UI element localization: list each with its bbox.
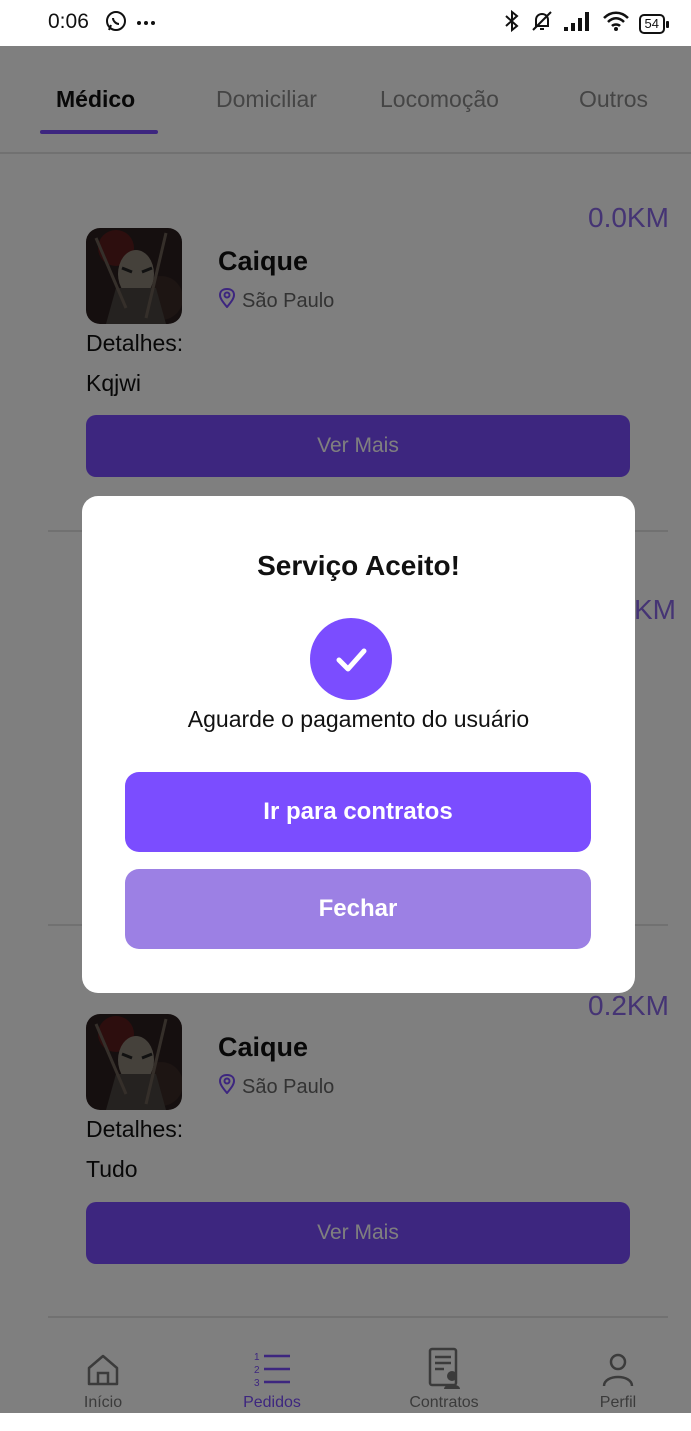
whatsapp-icon bbox=[104, 9, 128, 38]
check-circle-icon bbox=[310, 618, 392, 700]
go-to-contracts-button[interactable]: Ir para contratos bbox=[125, 772, 591, 852]
battery-indicator: 54 bbox=[638, 13, 670, 34]
status-right-icons: 54 bbox=[503, 9, 670, 38]
bell-off-icon bbox=[530, 9, 554, 38]
status-time: 0:06 bbox=[48, 10, 89, 33]
status-bar: 0:06 54 bbox=[0, 0, 691, 46]
dialog-title: Serviço Aceito! bbox=[257, 550, 460, 581]
service-accepted-dialog: Serviço Aceito! Aguarde o pagamento do u… bbox=[82, 496, 635, 993]
status-left-icons bbox=[104, 9, 158, 38]
more-dots-icon bbox=[134, 9, 158, 38]
signal-icon bbox=[563, 10, 593, 37]
wifi-icon bbox=[602, 10, 630, 37]
close-button[interactable]: Fechar bbox=[125, 869, 591, 949]
dialog-message: Aguarde o pagamento do usuário bbox=[187, 706, 530, 732]
app-screen: 0:06 54 Médico Dom bbox=[0, 0, 691, 1431]
bluetooth-icon bbox=[503, 9, 521, 38]
